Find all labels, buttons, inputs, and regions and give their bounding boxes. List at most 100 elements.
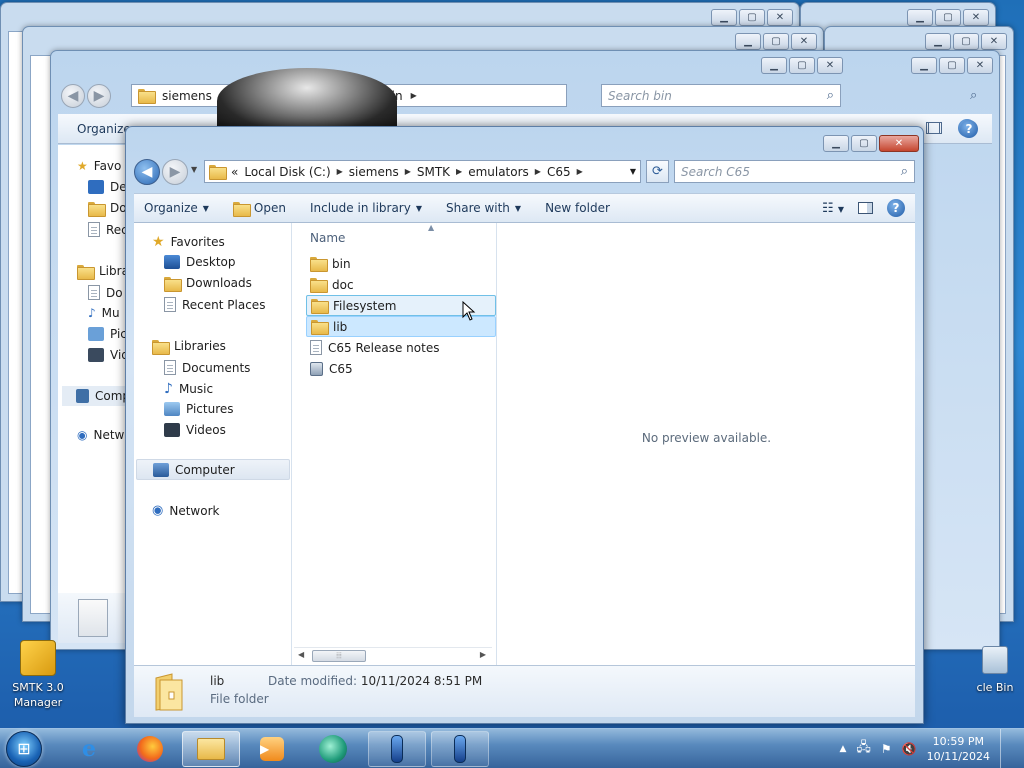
breadcrumb-separator-icon[interactable]: ▶ [411, 91, 417, 100]
minimize-button[interactable]: ▁ [907, 9, 933, 26]
phone-emulator-icon[interactable] [431, 731, 489, 767]
clock[interactable]: 10:59 PM 10/11/2024 [927, 734, 990, 764]
share-with-menu[interactable]: Share with ▼ [446, 201, 521, 215]
maximize-button[interactable]: ▢ [851, 135, 877, 152]
search-input[interactable]: Search C65 ⌕ [674, 160, 915, 183]
preview-pane-icon[interactable] [858, 202, 873, 214]
forward-button[interactable]: ▶ [87, 84, 111, 108]
nav-documents[interactable]: Documents [164, 360, 250, 375]
nav-documents[interactable]: Do [88, 285, 123, 300]
maximize-button[interactable]: ▢ [763, 33, 789, 50]
crumb-emulators[interactable]: emulators [468, 165, 529, 179]
nav-network[interactable]: ◉ Network [152, 503, 219, 518]
media-player-icon[interactable]: ▶ [243, 731, 301, 767]
windows-orb-icon[interactable]: ⊞ [6, 731, 42, 767]
show-desktop-button[interactable] [1000, 729, 1014, 768]
address-dropdown-icon[interactable]: ▼ [630, 167, 636, 176]
file-item-c65[interactable]: C65 [306, 358, 496, 379]
back-button[interactable]: ◀ [61, 84, 85, 108]
nav-recent[interactable]: Rec [88, 222, 128, 237]
preview-pane-icon[interactable] [926, 122, 940, 134]
breadcrumb-separator-icon[interactable]: ▶ [535, 167, 541, 176]
include-in-library-menu[interactable]: Include in library ▼ [310, 201, 422, 215]
nav-videos[interactable]: Videos [164, 423, 226, 437]
file-item-bin[interactable]: bin [306, 253, 496, 274]
close-button[interactable]: ✕ [879, 135, 919, 152]
nav-libraries[interactable]: Libra [77, 264, 129, 280]
minimize-button[interactable]: ▁ [735, 33, 761, 50]
desktop-icon-smtk-manager[interactable]: SMTK 3.0 Manager [6, 640, 70, 710]
organize-menu[interactable]: Organize [77, 122, 131, 136]
crumb-siemens[interactable]: siemens [349, 165, 399, 179]
scroll-right-icon[interactable]: ▶ [480, 650, 486, 659]
maximize-button[interactable]: ▢ [939, 57, 965, 74]
close-button[interactable]: ✕ [817, 57, 843, 74]
forward-button[interactable]: ▶ [162, 159, 188, 185]
nav-libraries[interactable]: Libraries [152, 339, 226, 355]
crumb-smtk[interactable]: SMTK [417, 165, 450, 179]
firefox-icon[interactable] [121, 731, 179, 767]
search-icon[interactable]: ⌕ [970, 88, 977, 103]
minimize-button[interactable]: ▁ [925, 33, 951, 50]
maximize-button[interactable]: ▢ [935, 9, 961, 26]
breadcrumb-separator-icon[interactable]: ▶ [577, 167, 583, 176]
explorer-icon[interactable] [182, 731, 240, 767]
search-icon[interactable]: ⌕ [827, 88, 834, 103]
crumb-c65[interactable]: C65 [547, 165, 571, 179]
nav-desktop[interactable]: Desktop [164, 255, 236, 269]
close-button[interactable]: ✕ [963, 9, 989, 26]
search-input[interactable]: Search bin ⌕ [601, 84, 841, 107]
nav-downloads[interactable]: Downloads [164, 276, 252, 292]
nav-computer[interactable]: Comp [62, 386, 130, 406]
desktop-icon-recycle-bin[interactable]: cle Bin [966, 646, 1024, 695]
help-icon[interactable]: ? [960, 120, 978, 138]
show-hidden-icons-icon[interactable]: ▲ [839, 744, 846, 754]
network-tray-icon[interactable]: 🖧 [856, 738, 871, 760]
breadcrumb-separator-icon[interactable]: ▶ [405, 167, 411, 176]
scrollbar-thumb[interactable]: ⦙⦙⦙ [312, 650, 366, 662]
file-item-doc[interactable]: doc [306, 274, 496, 295]
view-options-icon[interactable]: ☷ ▼ [822, 201, 844, 216]
close-button[interactable]: ✕ [767, 9, 793, 26]
action-center-flag-icon[interactable]: ⚑ [881, 742, 892, 756]
app-icon[interactable] [304, 731, 362, 767]
minimize-button[interactable]: ▁ [711, 9, 737, 26]
address-bar[interactable]: « Local Disk (C:) ▶ siemens ▶ SMTK ▶ emulat… [204, 160, 641, 183]
help-icon[interactable]: ? [887, 199, 905, 217]
breadcrumb-separator-icon[interactable]: ▶ [337, 167, 343, 176]
maximize-button[interactable]: ▢ [953, 33, 979, 50]
crumb-local-disk[interactable]: Local Disk (C:) [244, 165, 330, 179]
nav-music[interactable]: ♪ Mu [88, 306, 120, 320]
breadcrumb-separator-icon[interactable]: ▶ [456, 167, 462, 176]
nav-videos[interactable]: Vid [88, 348, 129, 362]
close-button[interactable]: ✕ [791, 33, 817, 50]
refresh-button[interactable]: ⟳ [646, 160, 669, 183]
nav-favorites[interactable]: ★ Favo [77, 159, 121, 173]
horizontal-scrollbar[interactable]: ◀ ⦙⦙⦙ ▶ [294, 647, 492, 663]
minimize-button[interactable]: ▁ [761, 57, 787, 74]
back-button[interactable]: ◀ [134, 159, 160, 185]
minimize-button[interactable]: ▁ [823, 135, 849, 152]
nav-recent-places[interactable]: Recent Places [164, 297, 265, 312]
volume-muted-icon[interactable]: 🔇 [902, 742, 917, 756]
crumb-siemens[interactable]: siemens [162, 89, 212, 103]
organize-menu[interactable]: Organize ▼ [144, 201, 209, 215]
maximize-button[interactable]: ▢ [739, 9, 765, 26]
nav-network[interactable]: ◉ Netw [77, 428, 124, 442]
address-overflow[interactable]: « [231, 165, 238, 179]
scroll-left-icon[interactable]: ◀ [298, 650, 304, 659]
maximize-button[interactable]: ▢ [789, 57, 815, 74]
file-item-release-notes[interactable]: C65 Release notes [306, 337, 496, 358]
phone-emulator-icon[interactable] [368, 731, 426, 767]
internet-explorer-icon[interactable]: e [60, 731, 118, 767]
nav-computer[interactable]: Computer [136, 459, 290, 480]
open-button[interactable]: Open [232, 201, 286, 217]
close-button[interactable]: ✕ [981, 33, 1007, 50]
search-icon[interactable]: ⌕ [901, 164, 908, 179]
nav-music[interactable]: ♪ Music [164, 381, 213, 397]
minimize-button[interactable]: ▁ [911, 57, 937, 74]
nav-pictures[interactable]: Pictures [164, 402, 234, 416]
column-header-name[interactable]: Name [310, 231, 345, 245]
recent-pages-dropdown-icon[interactable]: ▼ [191, 165, 197, 174]
nav-pictures[interactable]: Pic [88, 327, 127, 341]
